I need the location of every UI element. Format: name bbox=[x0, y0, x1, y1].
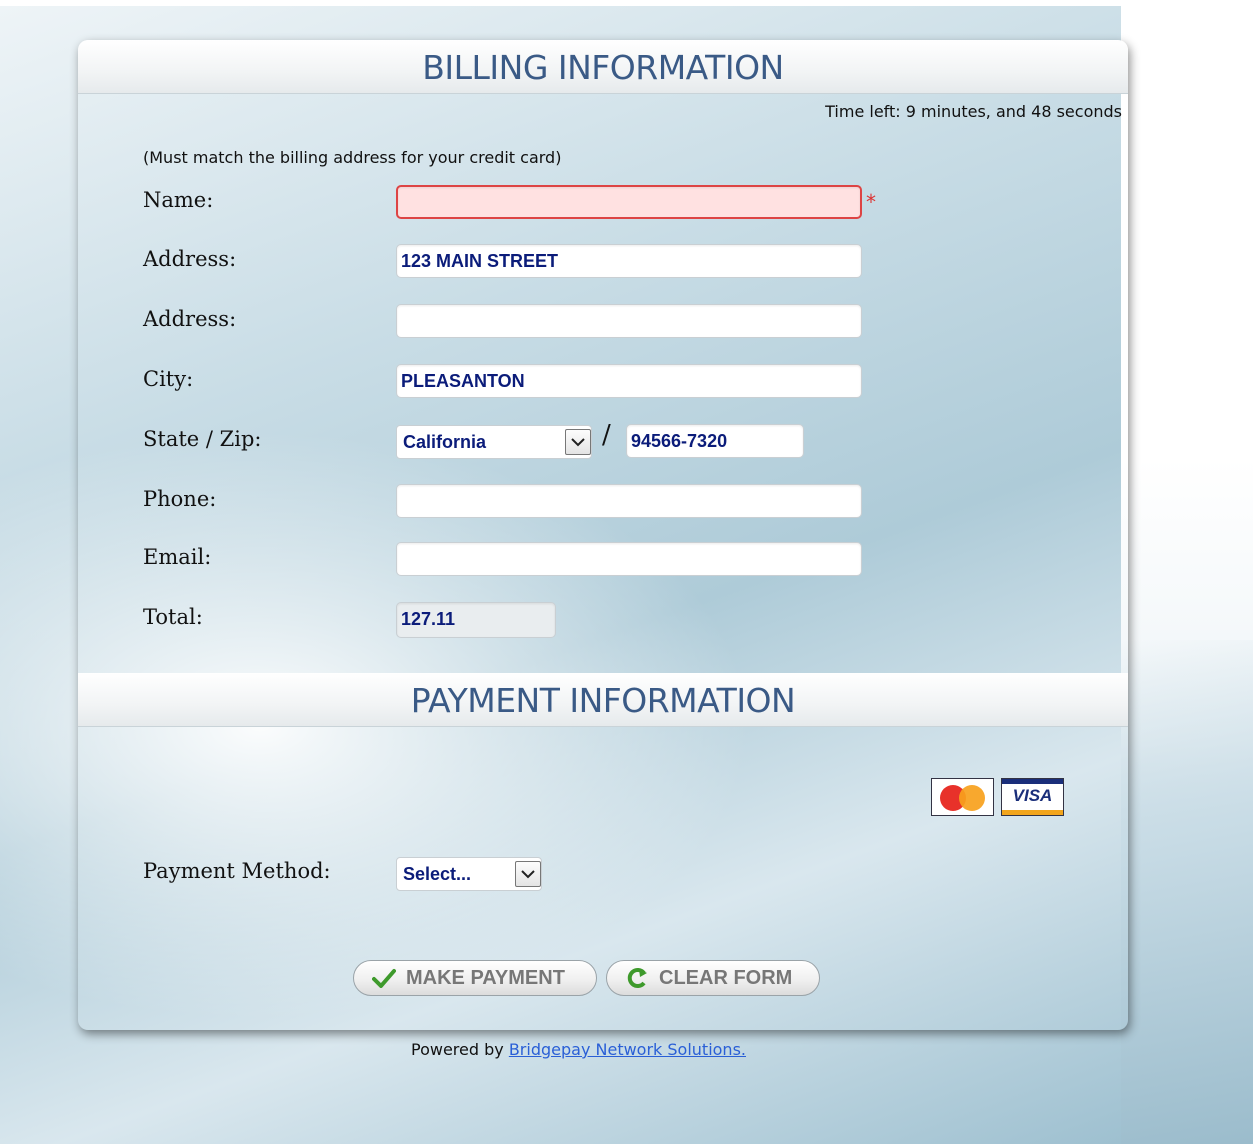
make-payment-label: MAKE PAYMENT bbox=[406, 967, 565, 989]
email-label: Email: bbox=[143, 545, 212, 569]
payment-method-value: Select... bbox=[403, 864, 472, 884]
phone-input[interactable] bbox=[396, 484, 862, 518]
name-input[interactable] bbox=[396, 185, 862, 219]
make-payment-button[interactable]: MAKE PAYMENT bbox=[353, 960, 597, 996]
total-label: Total: bbox=[143, 605, 203, 629]
payment-method-label: Payment Method: bbox=[143, 859, 331, 883]
address1-label: Address: bbox=[143, 247, 237, 271]
address2-input[interactable] bbox=[396, 304, 862, 338]
session-timer: Time left: 9 minutes, and 48 seconds bbox=[825, 102, 1122, 121]
email-input[interactable] bbox=[396, 542, 862, 576]
clear-form-label: CLEAR FORM bbox=[659, 967, 793, 989]
zip-input[interactable]: 94566-7320 bbox=[626, 424, 804, 458]
city-input[interactable]: PLEASANTON bbox=[396, 364, 862, 398]
state-select[interactable]: California bbox=[396, 425, 592, 459]
accepted-cards: VISA bbox=[931, 778, 1064, 816]
visa-icon: VISA bbox=[1001, 778, 1064, 816]
address1-input[interactable]: 123 MAIN STREET bbox=[396, 244, 862, 278]
state-select-value: California bbox=[403, 432, 487, 452]
state-zip-separator: / bbox=[602, 420, 611, 450]
payment-panel: BILLING INFORMATION Time left: 9 minutes… bbox=[78, 40, 1128, 1030]
name-label: Name: bbox=[143, 188, 214, 212]
phone-label: Phone: bbox=[143, 487, 217, 511]
bridgepay-link[interactable]: Bridgepay Network Solutions. bbox=[509, 1040, 746, 1059]
total-field: 127.11 bbox=[396, 602, 556, 638]
address2-label: Address: bbox=[143, 307, 237, 331]
payment-header: PAYMENT INFORMATION bbox=[78, 673, 1128, 727]
city-label: City: bbox=[143, 367, 194, 391]
chevron-down-icon[interactable] bbox=[565, 429, 591, 455]
required-marker: * bbox=[866, 190, 876, 214]
page-background-right bbox=[1121, 0, 1253, 1144]
clear-form-button[interactable]: CLEAR FORM bbox=[606, 960, 820, 996]
powered-by-text: Powered by bbox=[411, 1040, 504, 1059]
powered-by: Powered by Bridgepay Network Solutions. bbox=[411, 1040, 746, 1059]
billing-note: (Must match the billing address for your… bbox=[143, 148, 562, 167]
chevron-down-icon[interactable] bbox=[515, 861, 541, 887]
billing-header: BILLING INFORMATION bbox=[78, 40, 1128, 94]
reset-arrow-icon bbox=[625, 967, 651, 989]
state-zip-label: State / Zip: bbox=[143, 427, 262, 451]
checkmark-icon bbox=[372, 967, 398, 989]
payment-method-select[interactable]: Select... bbox=[396, 857, 542, 891]
background-wave bbox=[1121, 640, 1253, 1144]
mastercard-icon bbox=[931, 778, 994, 816]
